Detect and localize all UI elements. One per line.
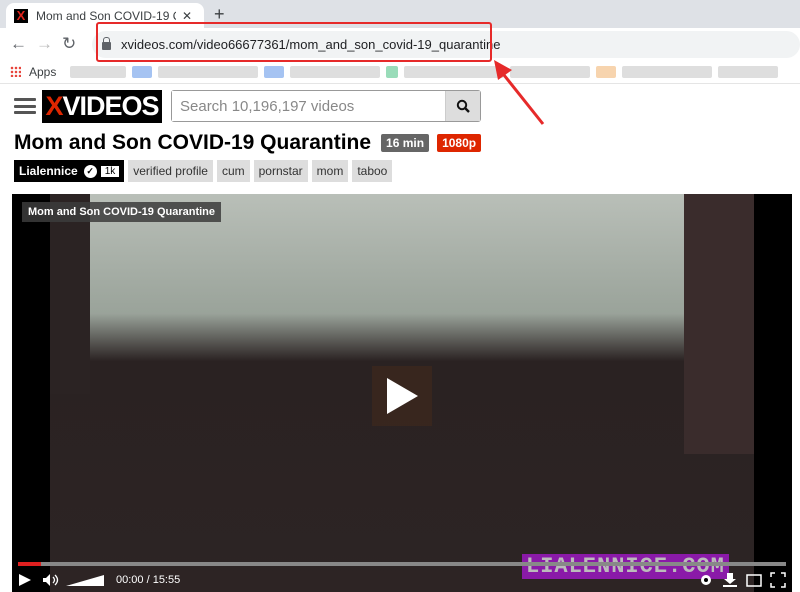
player-controls-right — [698, 572, 786, 588]
progress-bar[interactable] — [18, 562, 786, 566]
search-input[interactable] — [172, 91, 445, 121]
tab-title: Mom and Son COVID-19 Quar — [36, 8, 176, 23]
back-icon[interactable]: ← — [10, 34, 27, 54]
uploader-link[interactable]: Lialennice ✓ 1k — [14, 160, 125, 182]
duration-badge: 16 min — [381, 134, 430, 152]
blurred-bookmark — [596, 65, 617, 78]
volume-icon[interactable] — [42, 573, 60, 587]
page-title: Mom and Son COVID-19 Quarantine — [14, 131, 372, 154]
blurred-bookmark — [132, 65, 153, 78]
blurred-bookmark — [386, 65, 399, 78]
bookmarks-bar: Apps — [0, 60, 800, 84]
video-frame-region — [50, 194, 90, 394]
tag-link[interactable]: taboo — [352, 160, 393, 182]
video-title-row: Mom and Son COVID-19 Quarantine 16 min 1… — [14, 131, 489, 155]
theater-mode-icon[interactable] — [746, 572, 762, 588]
tag-link[interactable]: cum — [216, 160, 250, 182]
big-play-button[interactable] — [372, 366, 432, 426]
play-icon[interactable] — [18, 573, 32, 587]
volume-slider[interactable] — [66, 573, 106, 587]
search-icon — [456, 99, 470, 113]
subscriber-count: 1k — [100, 165, 120, 177]
blurred-bookmark — [158, 65, 259, 78]
video-overlay-title: Mom and Son COVID-19 Quarantine — [22, 202, 222, 222]
apps-grid-icon[interactable] — [10, 66, 21, 77]
search-button[interactable] — [445, 91, 480, 121]
blurred-bookmark — [622, 65, 713, 78]
tag-link[interactable]: verified profile — [128, 160, 213, 182]
apps-bookmark[interactable]: Apps — [29, 65, 56, 79]
fullscreen-icon[interactable] — [770, 572, 786, 588]
tag-link[interactable]: pornstar — [253, 160, 308, 182]
site-logo[interactable]: X VIDEOS — [42, 90, 162, 123]
tag-list: Lialennice ✓ 1k verified profile cum por… — [14, 160, 396, 182]
progress-fill — [18, 562, 42, 566]
video-frame-region — [684, 194, 754, 454]
tag-link[interactable]: mom — [311, 160, 349, 182]
blurred-bookmark — [290, 65, 381, 78]
download-icon[interactable] — [722, 572, 738, 588]
blurred-bookmark — [70, 65, 127, 78]
settings-gear-icon[interactable] — [698, 572, 714, 588]
video-player[interactable]: Mom and Son COVID-19 Quarantine LIALENNI… — [12, 194, 792, 592]
forward-icon[interactable]: → — [36, 34, 53, 54]
time-display: 00:00 / 15:55 — [116, 574, 181, 586]
menu-icon[interactable] — [14, 98, 36, 114]
search-box — [171, 90, 481, 122]
verified-check-icon: ✓ — [83, 164, 97, 178]
tab-close-icon[interactable]: ✕ — [182, 9, 192, 23]
url-highlight-annotation — [96, 22, 492, 62]
blurred-bookmark — [718, 65, 779, 78]
site-favicon-icon: X — [14, 8, 28, 23]
blurred-bookmark — [264, 65, 285, 78]
player-controls: 00:00 / 15:55 — [12, 568, 792, 592]
play-icon — [387, 378, 418, 414]
quality-badge: 1080p — [437, 134, 482, 152]
reload-icon[interactable]: ↻ — [62, 34, 76, 54]
site-header: X VIDEOS — [0, 88, 800, 124]
